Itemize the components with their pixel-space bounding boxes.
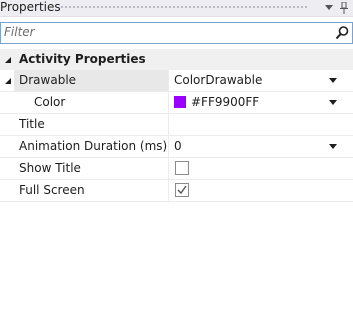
pin-icon[interactable] <box>337 1 351 15</box>
dropdown-arrow-icon[interactable] <box>329 78 337 83</box>
property-name: Color <box>34 95 66 109</box>
property-row-title[interactable]: Title <box>0 114 353 136</box>
property-grid: Activity Properties Drawable ColorDrawab… <box>0 49 353 202</box>
panel-titlebar: Properties <box>0 0 353 17</box>
full-screen-checkbox[interactable] <box>175 183 189 197</box>
property-row-color[interactable]: Color #FF9900FF <box>0 92 353 114</box>
drawable-dropdown[interactable]: ColorDrawable <box>168 70 353 91</box>
property-row-show-title[interactable]: Show Title <box>0 158 353 180</box>
expand-triangle-icon[interactable] <box>3 49 13 70</box>
category-label: Activity Properties <box>19 52 146 66</box>
property-row-full-screen[interactable]: Full Screen <box>0 180 353 202</box>
category-activity-properties[interactable]: Activity Properties <box>0 49 353 70</box>
animation-duration-dropdown[interactable]: 0 <box>168 136 353 157</box>
property-value: 0 <box>174 139 182 153</box>
filter-box <box>0 22 353 44</box>
property-name: Show Title <box>19 161 81 175</box>
property-row-animation-duration[interactable]: Animation Duration (ms) 0 <box>0 136 353 158</box>
property-name: Drawable <box>19 73 77 87</box>
panel-title: Properties <box>0 0 61 14</box>
dropdown-arrow-icon[interactable] <box>329 100 337 105</box>
property-name: Full Screen <box>19 183 85 197</box>
checkmark-icon <box>177 185 187 195</box>
property-name-cell: Drawable <box>14 70 168 91</box>
property-name: Animation Duration (ms) <box>19 139 168 153</box>
property-value: #FF9900FF <box>191 95 260 109</box>
expand-triangle-icon[interactable] <box>3 70 13 91</box>
full-screen-cell <box>168 180 353 201</box>
property-row-drawable[interactable]: Drawable ColorDrawable <box>0 70 353 92</box>
color-dropdown[interactable]: #FF9900FF <box>168 92 353 113</box>
drag-grip[interactable] <box>60 5 308 10</box>
show-title-checkbox[interactable] <box>175 161 189 175</box>
filter-input[interactable] <box>4 24 324 40</box>
title-input[interactable] <box>168 114 353 135</box>
chevron-down-icon[interactable] <box>322 1 336 15</box>
property-value: ColorDrawable <box>174 73 263 87</box>
search-icon[interactable] <box>334 25 350 41</box>
color-swatch[interactable] <box>174 96 186 108</box>
property-name: Title <box>19 117 45 131</box>
dropdown-arrow-icon[interactable] <box>329 144 337 149</box>
show-title-cell <box>168 158 353 179</box>
